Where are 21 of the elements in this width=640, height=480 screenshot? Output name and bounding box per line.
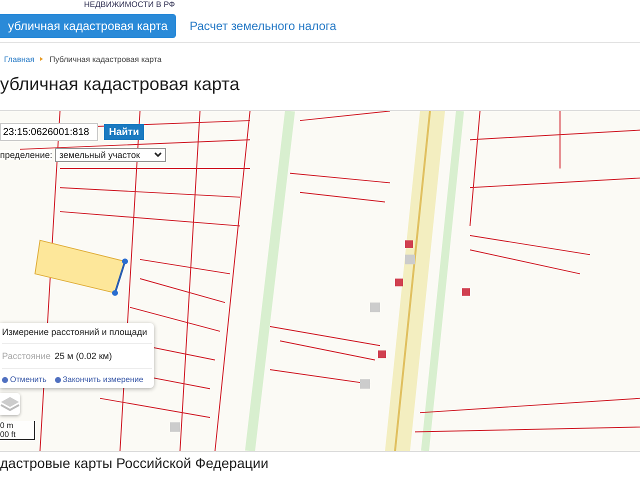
caret-icon <box>154 152 162 158</box>
object-type-dropdown[interactable]: земельный участок <box>55 148 166 162</box>
current-page-label: Публичная кадастровая карта <box>49 54 162 64</box>
map-drawing[interactable] <box>0 111 640 451</box>
section-title: дастровые карты Российской Федерации <box>0 454 270 473</box>
tab[interactable]: Расчет земельного налога <box>182 14 344 38</box>
find-button[interactable]: Найти <box>104 124 144 140</box>
layers-icon <box>0 395 20 413</box>
tab[interactable]: убличная кадастровая карта <box>0 14 176 38</box>
breadcrumb-link[interactable]: Главная <box>4 54 34 64</box>
distance-value: 25 м (0.02 км) <box>54 351 112 361</box>
definition-label: пределение: <box>0 150 52 160</box>
map-scale: 0 m 00 ft <box>0 421 35 440</box>
cadastral-number-field[interactable]: 23:15:0626001:818 <box>0 123 98 141</box>
logo-text: НЕДВИЖИМОСТИ В РФ <box>84 0 175 9</box>
popup-title: Измерение расстояний и площади <box>2 327 152 344</box>
distance-label: Расстояние <box>2 351 51 361</box>
measurement-action-link[interactable]: Закончить измерение <box>54 375 144 384</box>
page-title: убличная кадастровая карта <box>0 73 240 96</box>
breadcrumb-separator-icon <box>40 57 44 61</box>
measurement-action-link[interactable]: Отменить <box>2 375 47 384</box>
